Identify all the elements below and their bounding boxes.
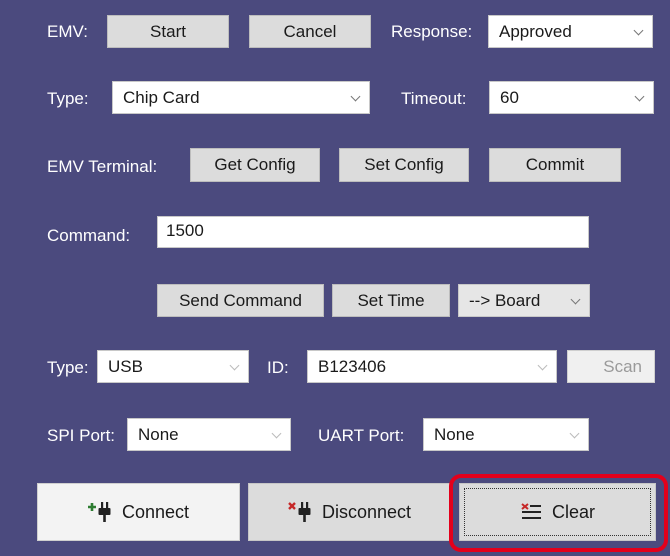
chevron-down-icon <box>570 294 581 304</box>
device-id-value: B123406 <box>318 356 387 376</box>
plug-connect-icon <box>87 501 112 523</box>
spi-port-value: None <box>138 424 179 444</box>
connection-type-value: USB <box>108 356 143 376</box>
emv-label: EMV: <box>47 22 88 41</box>
connection-type-select[interactable]: USB <box>97 350 249 383</box>
response-select[interactable]: Approved <box>488 15 653 48</box>
emv-terminal-label: EMV Terminal: <box>47 157 158 176</box>
chevron-down-icon <box>633 25 644 35</box>
connection-type-label: Type: <box>47 358 89 377</box>
spi-port-select[interactable]: None <box>127 418 291 451</box>
commit-button[interactable]: Commit <box>489 148 621 182</box>
uart-port-value: None <box>434 424 475 444</box>
response-value: Approved <box>499 21 572 41</box>
uart-port-label: UART Port: <box>318 426 405 445</box>
send-command-button[interactable]: Send Command <box>157 284 324 317</box>
set-time-button[interactable]: Set Time <box>332 284 450 317</box>
set-config-button[interactable]: Set Config <box>339 148 469 182</box>
get-config-button[interactable]: Get Config <box>190 148 320 182</box>
timeout-select[interactable]: 60 <box>489 81 654 114</box>
target-select[interactable]: --> Board <box>458 284 590 317</box>
target-value: --> Board <box>469 290 541 310</box>
spi-port-label: SPI Port: <box>47 426 116 445</box>
card-type-value: Chip Card <box>123 87 200 107</box>
card-type-label: Type: <box>47 89 89 108</box>
response-label: Response: <box>391 22 473 41</box>
card-type-select[interactable]: Chip Card <box>112 81 370 114</box>
id-label: ID: <box>267 358 289 377</box>
disconnect-label: Disconnect <box>321 501 412 522</box>
command-label: Command: <box>47 226 131 245</box>
chevron-down-icon <box>569 428 580 438</box>
cancel-button[interactable]: Cancel <box>249 15 371 48</box>
connect-button[interactable]: Connect <box>37 483 240 541</box>
chevron-down-icon <box>634 91 645 101</box>
command-input[interactable]: 1500 <box>157 216 589 248</box>
plug-disconnect-icon <box>288 501 312 523</box>
disconnect-button[interactable]: Disconnect <box>248 483 451 541</box>
chevron-down-icon <box>271 428 282 438</box>
chevron-down-icon <box>350 91 361 101</box>
start-button[interactable]: Start <box>107 15 229 48</box>
scan-button[interactable]: Scan <box>567 350 655 383</box>
timeout-label: Timeout: <box>401 89 467 108</box>
highlight-annotation <box>449 474 668 552</box>
timeout-value: 60 <box>500 87 519 107</box>
uart-port-select[interactable]: None <box>423 418 589 451</box>
emv-control-panel: EMV: Start Cancel Response: Approved Typ… <box>0 0 670 556</box>
chevron-down-icon <box>229 360 240 370</box>
device-id-select[interactable]: B123406 <box>307 350 557 383</box>
chevron-down-icon <box>537 360 548 370</box>
connect-label: Connect <box>121 501 190 522</box>
